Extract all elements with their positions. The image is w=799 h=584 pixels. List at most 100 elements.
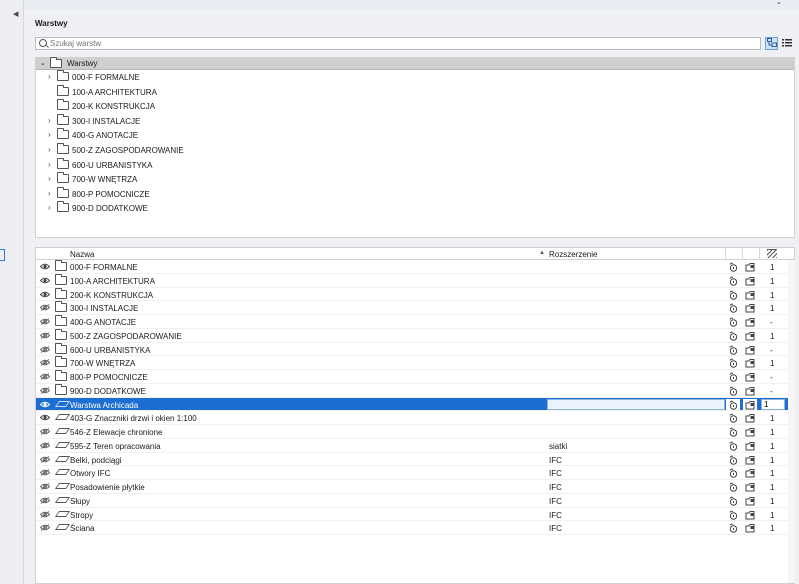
lock-icon[interactable] xyxy=(728,386,738,396)
table-row[interactable]: 000-F FORMALNE 1 xyxy=(36,260,794,274)
table-row[interactable]: 595-Z Teren opracowania siatki 1 xyxy=(36,439,794,453)
lock-icon[interactable] xyxy=(728,400,738,410)
eye-icon[interactable] xyxy=(39,401,51,408)
list-view-button[interactable] xyxy=(780,37,793,50)
lock-icon[interactable] xyxy=(728,290,738,300)
wireframe-icon[interactable] xyxy=(745,358,755,368)
chevron-right-icon[interactable]: › xyxy=(48,72,51,81)
wireframe-icon[interactable] xyxy=(745,276,755,286)
lock-icon[interactable] xyxy=(728,468,738,478)
eye-icon[interactable] xyxy=(39,263,51,270)
eye-hidden-icon[interactable] xyxy=(39,496,51,504)
wireframe-icon[interactable] xyxy=(745,427,755,437)
tree-item[interactable]: › 500-Z ZAGOSPODAROWANIE xyxy=(36,142,794,158)
eye-hidden-icon[interactable] xyxy=(39,469,51,477)
wireframe-icon[interactable] xyxy=(745,331,755,341)
lock-icon[interactable] xyxy=(728,317,738,327)
chevron-right-icon[interactable]: › xyxy=(48,130,51,139)
chevron-right-icon[interactable]: › xyxy=(48,145,51,154)
wireframe-icon[interactable] xyxy=(745,468,755,478)
eye-hidden-icon[interactable] xyxy=(39,331,51,339)
eye-hidden-icon[interactable] xyxy=(39,483,51,490)
table-row[interactable]: 300-I INSTALACJE 1 xyxy=(36,301,794,315)
lock-icon[interactable] xyxy=(728,523,738,533)
table-row[interactable]: Stropy IFC 1 xyxy=(36,508,794,522)
lock-icon[interactable] xyxy=(728,510,738,520)
eye-hidden-icon[interactable] xyxy=(39,524,51,532)
eye-hidden-icon[interactable] xyxy=(39,386,51,394)
chevron-right-icon[interactable]: › xyxy=(48,203,51,212)
tree-item[interactable]: › 000-F FORMALNE xyxy=(36,70,794,85)
lock-icon[interactable] xyxy=(728,262,738,272)
extension-edit-field[interactable] xyxy=(547,398,725,410)
eye-icon[interactable] xyxy=(39,277,51,284)
sort-ascending-icon[interactable]: ▲ xyxy=(539,250,545,256)
wireframe-icon[interactable] xyxy=(745,413,755,423)
wireframe-icon[interactable] xyxy=(745,262,755,272)
eye-hidden-icon[interactable] xyxy=(39,373,51,380)
column-header-name[interactable]: Nazwa xyxy=(70,250,94,259)
chevron-down-icon[interactable]: ⌄ xyxy=(776,0,782,6)
eye-hidden-icon[interactable] xyxy=(39,455,51,463)
vertical-scrollbar[interactable] xyxy=(788,260,795,583)
lock-icon[interactable] xyxy=(728,303,738,313)
wireframe-icon[interactable] xyxy=(745,441,755,451)
wireframe-icon[interactable] xyxy=(745,290,755,300)
tree-item[interactable]: › 700-W WNĘTRZA xyxy=(36,172,794,187)
chevron-right-icon[interactable]: › xyxy=(48,189,51,198)
lock-icon[interactable] xyxy=(728,276,738,286)
eye-icon[interactable] xyxy=(39,291,51,298)
eye-hidden-icon[interactable] xyxy=(39,345,51,353)
search-input[interactable] xyxy=(50,38,750,49)
wireframe-icon[interactable] xyxy=(745,496,755,506)
tree-root-row[interactable]: ⌄ Warstwy xyxy=(36,57,794,70)
eye-hidden-icon[interactable] xyxy=(39,428,51,435)
table-row[interactable]: 403-G Znaczniki drzwi i okien 1:100 1 xyxy=(36,411,794,425)
wireframe-icon[interactable] xyxy=(745,345,755,355)
wireframe-icon[interactable] xyxy=(745,523,755,533)
table-row[interactable]: Otwory IFC IFC 1 xyxy=(36,466,794,480)
table-row[interactable]: 546-Z Elewacje chronione 1 xyxy=(36,425,794,439)
tree-item[interactable]: › 900-D DODATKOWE xyxy=(36,201,794,216)
wireframe-icon[interactable] xyxy=(745,482,755,492)
table-row[interactable]: 500-Z ZAGOSPODAROWANIE 1 xyxy=(36,328,794,343)
tree-item[interactable]: › 400-G ANOTACJE xyxy=(36,128,794,143)
column-header-extension[interactable]: Rozszerzenie xyxy=(549,250,597,259)
search-box[interactable] xyxy=(35,37,761,50)
chevron-down-icon[interactable]: ⌄ xyxy=(40,59,46,67)
tree-item[interactable]: › 600-U URBANISTYKA xyxy=(36,157,794,173)
table-row[interactable]: Posadowienie płytkie IFC 1 xyxy=(36,480,794,494)
wireframe-icon[interactable] xyxy=(745,303,755,313)
table-row[interactable]: 900-D DODATKOWE - xyxy=(36,383,794,398)
chevron-right-icon[interactable]: › xyxy=(48,174,51,183)
lock-icon[interactable] xyxy=(728,427,738,437)
table-row[interactable]: 700-W WNĘTRZA 1 xyxy=(36,356,794,370)
tree-item[interactable]: 100-A ARCHITEKTURA xyxy=(36,84,794,100)
tree-item[interactable]: › 300-I INSTALACJE xyxy=(36,113,794,129)
lock-icon[interactable] xyxy=(728,345,738,355)
lock-icon[interactable] xyxy=(728,482,738,492)
table-row[interactable]: Warstwa Archicada 1 xyxy=(36,397,794,412)
wireframe-icon[interactable] xyxy=(745,400,755,410)
wireframe-icon[interactable] xyxy=(745,510,755,520)
table-row[interactable]: 600-U URBANISTYKA - xyxy=(36,342,794,357)
eye-hidden-icon[interactable] xyxy=(39,359,51,367)
eye-hidden-icon[interactable] xyxy=(39,441,51,449)
lock-icon[interactable] xyxy=(728,358,738,368)
lock-icon[interactable] xyxy=(728,413,738,423)
eye-hidden-icon[interactable] xyxy=(39,318,51,325)
table-row[interactable]: Ściana IFC 1 xyxy=(36,521,794,535)
eye-hidden-icon[interactable] xyxy=(39,304,51,312)
wireframe-icon[interactable] xyxy=(745,317,755,327)
eye-hidden-icon[interactable] xyxy=(39,510,51,518)
table-row[interactable]: 400-G ANOTACJE - xyxy=(36,315,794,329)
lock-icon[interactable] xyxy=(728,372,738,382)
chevron-right-icon[interactable]: › xyxy=(48,160,51,169)
wireframe-icon[interactable] xyxy=(745,455,755,465)
lock-icon[interactable] xyxy=(728,496,738,506)
eye-icon[interactable] xyxy=(39,414,51,421)
table-row[interactable]: 800-P POMOCNICZE - xyxy=(36,370,794,384)
intersection-group-field[interactable]: 1 xyxy=(761,398,785,410)
tree-item[interactable]: › 800-P POMOCNICZE xyxy=(36,186,794,202)
chevron-right-icon[interactable]: › xyxy=(48,116,51,125)
